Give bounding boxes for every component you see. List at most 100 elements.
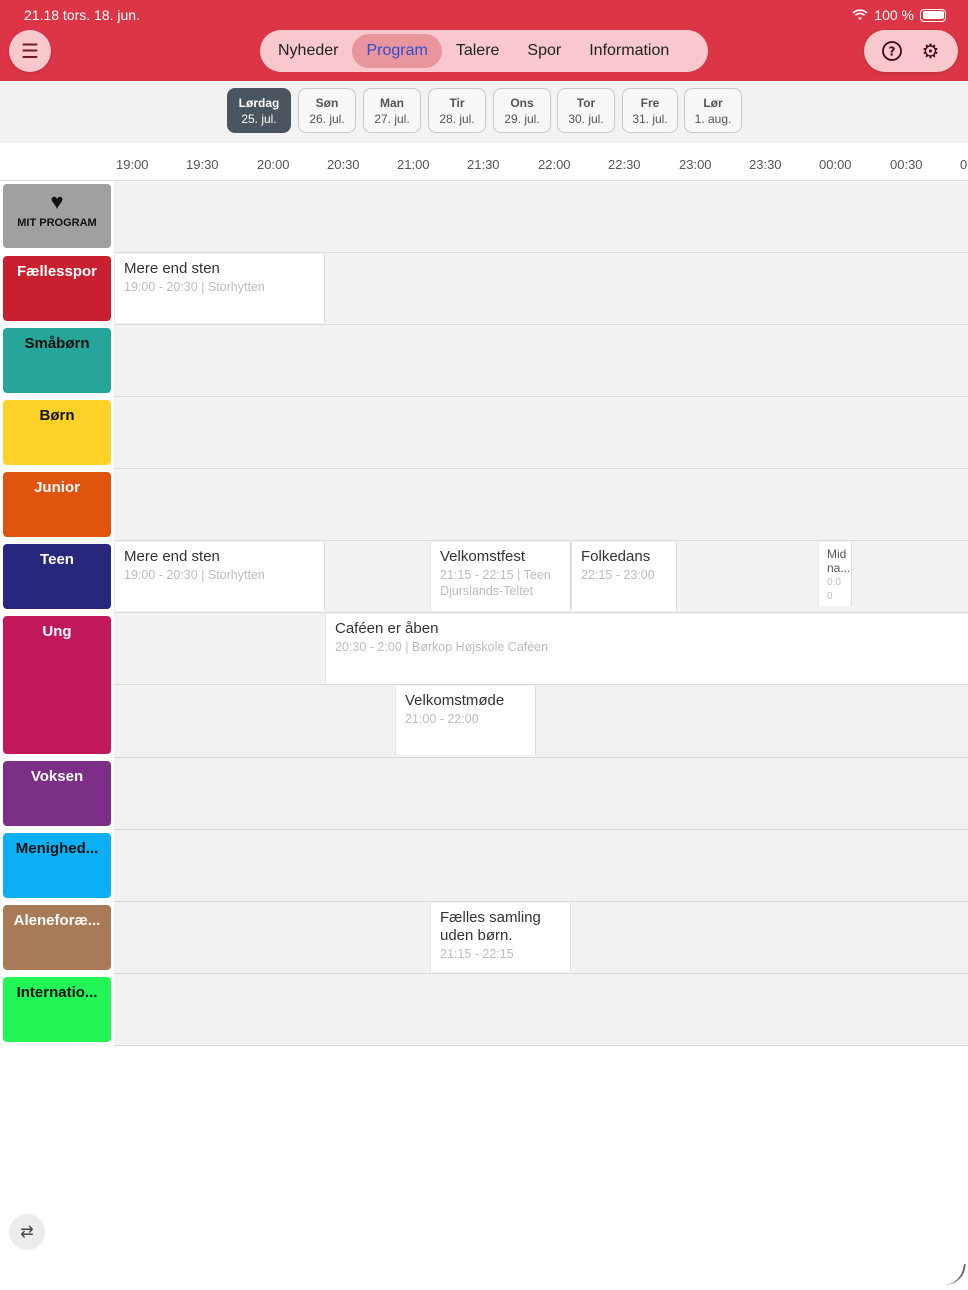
row-junior bbox=[114, 469, 968, 541]
time-tick: 00:00 bbox=[819, 157, 852, 172]
event-title: Velkomstmøde bbox=[405, 692, 505, 709]
track-boern[interactable]: Børn bbox=[3, 400, 111, 465]
time-axis: 19:00 19:30 20:00 20:30 21:00 21:30 22:0… bbox=[0, 143, 968, 181]
event-details: 19:00 - 20:30 | Storhytten bbox=[124, 280, 265, 294]
track-aleneforaeldre[interactable]: Aleneforæ... bbox=[3, 905, 111, 970]
event-card[interactable]: Fælles samling uden børn. 21:15 - 22:15 bbox=[430, 903, 571, 972]
row-boern bbox=[114, 397, 968, 469]
hamburger-icon: ☰ bbox=[21, 40, 39, 63]
main-nav: Nyheder Program Talere Spor Information bbox=[260, 30, 708, 72]
time-tick: 21:30 bbox=[467, 157, 500, 172]
date-chip-2[interactable]: Man 27. jul. bbox=[363, 88, 421, 133]
time-tick: 19:30 bbox=[186, 157, 219, 172]
row-ung-2 bbox=[114, 685, 968, 758]
date-day: Tir bbox=[449, 96, 465, 110]
row-voksen bbox=[114, 758, 968, 830]
time-tick: 22:30 bbox=[608, 157, 641, 172]
gear-icon: ⚙ bbox=[921, 40, 940, 63]
time-tick: 00:30 bbox=[890, 157, 923, 172]
date-chip-0[interactable]: Lørdag 25. jul. bbox=[227, 88, 291, 133]
status-indicators: 100 % bbox=[852, 7, 946, 23]
event-title: Mere end sten bbox=[124, 260, 220, 277]
date-date: 25. jul. bbox=[241, 112, 277, 126]
heart-icon: ♥ bbox=[50, 189, 64, 214]
help-circle-icon: ? bbox=[881, 41, 902, 61]
event-card[interactable]: Velkomstfest 21:15 - 22:15 | Teen Djursl… bbox=[430, 542, 571, 611]
event-card[interactable]: Caféen er åben 20:30 - 2:00 | Børkop Høj… bbox=[325, 614, 968, 684]
event-details: 21:15 - 22:15 | Teen Djurslands-Teltet bbox=[440, 568, 551, 598]
time-tick: 23:00 bbox=[679, 157, 712, 172]
program-screen: 21.18 tors. 18. jun. 100 % ☰ Nyheder Pro… bbox=[0, 0, 968, 1290]
tab-information[interactable]: Information bbox=[575, 34, 683, 68]
time-tick: 22:00 bbox=[538, 157, 571, 172]
track-junior[interactable]: Junior bbox=[3, 472, 111, 537]
date-date: 27. jul. bbox=[374, 112, 410, 126]
date-day: Lør bbox=[703, 96, 723, 110]
date-chip-1[interactable]: Søn 26. jul. bbox=[298, 88, 356, 133]
event-details: 20:30 - 2:00 | Børkop Højskole Caféen bbox=[335, 640, 549, 654]
event-title: Mere end sten bbox=[124, 548, 220, 565]
tab-spor[interactable]: Spor bbox=[513, 34, 575, 68]
date-chip-6[interactable]: Fre 31. jul. bbox=[622, 88, 678, 133]
date-chip-4[interactable]: Ons 29. jul. bbox=[493, 88, 551, 133]
date-chip-7[interactable]: Lør 1. aug. bbox=[684, 88, 742, 133]
event-title: Velkomstfest bbox=[440, 548, 526, 565]
date-day: Søn bbox=[315, 96, 339, 110]
time-tick: 21:00 bbox=[397, 157, 430, 172]
event-details: 21:15 - 22:15 bbox=[440, 947, 514, 961]
menu-button[interactable]: ☰ bbox=[9, 30, 51, 72]
tab-talere[interactable]: Talere bbox=[442, 34, 514, 68]
event-card[interactable]: Mere end sten 19:00 - 20:30 | Storhytten bbox=[114, 254, 325, 323]
date-day: Lørdag bbox=[238, 96, 280, 110]
event-card[interactable]: Folkedans 22:15 - 23:00 bbox=[571, 542, 677, 611]
event-title: Folkedans bbox=[581, 548, 651, 565]
date-date: 30. jul. bbox=[568, 112, 604, 126]
tab-program[interactable]: Program bbox=[352, 34, 442, 68]
track-menighed[interactable]: Menighed... bbox=[3, 833, 111, 898]
date-date: 26. jul. bbox=[309, 112, 345, 126]
track-teen[interactable]: Teen bbox=[3, 544, 111, 609]
date-day: Fre bbox=[640, 96, 660, 110]
tab-nyheder[interactable]: Nyheder bbox=[264, 34, 352, 68]
event-title: Caféen er åben bbox=[335, 620, 439, 637]
date-date: 28. jul. bbox=[439, 112, 475, 126]
row-smaaboern bbox=[114, 325, 968, 397]
track-international[interactable]: Internatio... bbox=[3, 977, 111, 1042]
track-ung[interactable]: Ung bbox=[3, 616, 111, 754]
time-tick: 19:00 bbox=[116, 157, 149, 172]
event-details: 0:0 0 -... bbox=[827, 577, 841, 606]
date-day: Man bbox=[380, 96, 404, 110]
date-date: 1. aug. bbox=[694, 112, 732, 126]
date-chip-3[interactable]: Tir 28. jul. bbox=[428, 88, 486, 133]
track-faellesspor[interactable]: Fællesspor bbox=[3, 256, 111, 321]
date-day: Ons bbox=[510, 96, 534, 110]
event-title: Mid na... bbox=[827, 547, 851, 575]
time-tick: 20:00 bbox=[257, 157, 290, 172]
header-actions: ? ⚙ bbox=[864, 30, 958, 72]
event-title: Fælles samling uden børn. bbox=[440, 909, 541, 944]
help-button[interactable]: ? bbox=[877, 36, 907, 66]
event-card[interactable]: Velkomstmøde 21:00 - 22:00 bbox=[395, 686, 536, 755]
event-card[interactable]: Mid na... 0:0 0 -... bbox=[818, 542, 852, 606]
event-card[interactable]: Mere end sten 19:00 - 20:30 | Storhytten bbox=[114, 542, 325, 611]
settings-button[interactable]: ⚙ bbox=[916, 36, 946, 66]
track-voksen[interactable]: Voksen bbox=[3, 761, 111, 826]
date-selector: Lørdag 25. jul. Søn 26. jul. Man 27. jul… bbox=[0, 81, 968, 143]
spinner-icon bbox=[938, 1260, 966, 1288]
svg-text:?: ? bbox=[888, 45, 895, 59]
track-label-text: MIT PROGRAM bbox=[17, 217, 97, 229]
wifi-icon bbox=[852, 9, 868, 20]
track-mit-program[interactable]: ♥ MIT PROGRAM bbox=[3, 184, 111, 248]
event-details: 19:00 - 20:30 | Storhytten bbox=[124, 568, 265, 582]
layout-toggle-button[interactable]: ⇄ bbox=[9, 1214, 45, 1250]
row-mit-program bbox=[114, 181, 968, 253]
date-date: 31. jul. bbox=[632, 112, 668, 126]
battery-percent: 100 % bbox=[874, 7, 914, 23]
swap-layout-icon: ⇄ bbox=[20, 1224, 34, 1241]
date-chip-5[interactable]: Tor 30. jul. bbox=[557, 88, 615, 133]
track-smaaboern[interactable]: Småbørn bbox=[3, 328, 111, 393]
status-time-date: 21.18 tors. 18. jun. bbox=[24, 7, 140, 23]
time-tick: 23:30 bbox=[749, 157, 782, 172]
date-date: 29. jul. bbox=[504, 112, 540, 126]
top-header: 21.18 tors. 18. jun. 100 % ☰ Nyheder Pro… bbox=[0, 0, 968, 81]
